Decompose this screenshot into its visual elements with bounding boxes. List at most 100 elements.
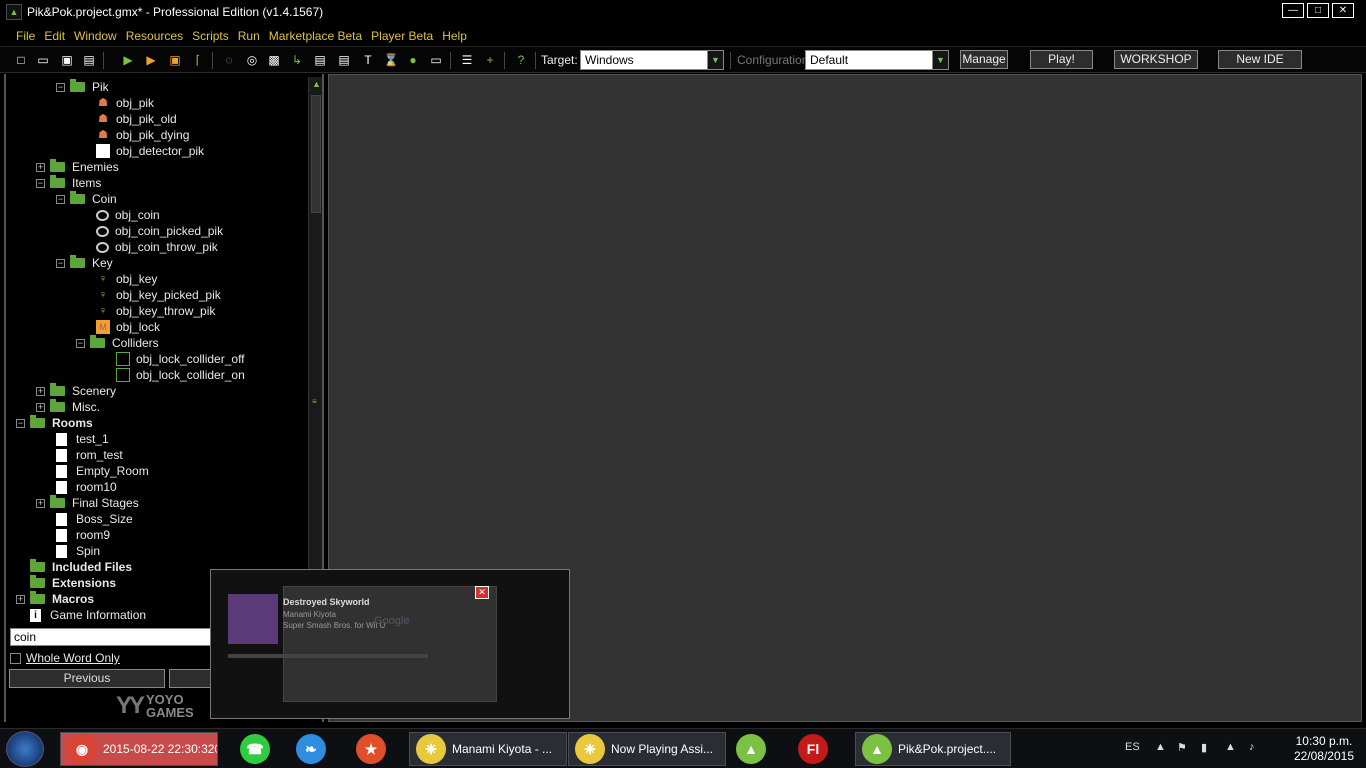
tree-item[interactable]: Boss_Size — [56, 511, 133, 527]
power-icon[interactable]: ▮ — [1201, 741, 1207, 754]
taskbar-item[interactable]: ☎ — [234, 732, 280, 766]
previous-button[interactable]: Previous — [9, 669, 165, 688]
collapse-icon[interactable]: − — [56, 258, 65, 268]
target-select[interactable]: Windows ▼ — [580, 50, 724, 70]
expand-icon[interactable]: + — [36, 386, 45, 396]
close-button[interactable]: ✕ — [1332, 3, 1354, 18]
tree-item[interactable]: room10 — [56, 479, 117, 495]
expand-icon[interactable]: + — [36, 498, 45, 508]
tree-item[interactable]: obj_coin — [96, 207, 160, 223]
save-icon[interactable]: ▣ — [59, 52, 75, 68]
scroll-thumb[interactable] — [311, 95, 321, 213]
tree-item[interactable]: Extensions — [16, 575, 116, 591]
maximize-button[interactable]: □ — [1307, 3, 1329, 18]
compile-icon[interactable]: ▣ — [167, 52, 183, 68]
workshop-button[interactable]: WORKSHOP — [1114, 50, 1198, 69]
background-icon[interactable]: ▩ — [266, 52, 282, 68]
tree-item[interactable]: Included Files — [16, 559, 132, 575]
language-indicator[interactable]: ES — [1125, 741, 1140, 753]
tree-item[interactable]: ☗ obj_pik_dying — [96, 127, 189, 143]
expand-icon[interactable]: + — [36, 402, 45, 412]
new-ide-button[interactable]: New IDE — [1218, 50, 1302, 69]
taskbar-item[interactable]: ▲ Pik&Pok.project.... — [855, 732, 1011, 766]
path-icon[interactable]: ↳ — [289, 52, 305, 68]
menu-run[interactable]: Run — [234, 24, 265, 46]
tree-item[interactable]: − Colliders — [76, 335, 159, 351]
tree-item[interactable]: − Pik — [56, 79, 109, 95]
tree-item[interactable]: − Items — [36, 175, 101, 191]
taskbar-item[interactable]: ❧ — [290, 732, 336, 766]
menu-scripts[interactable]: Scripts — [188, 24, 234, 46]
config-select[interactable]: Default ▼ — [805, 50, 949, 70]
game-settings-icon[interactable]: ☰ — [459, 52, 475, 68]
export-icon[interactable]: ▤ — [81, 52, 97, 68]
menu-resources[interactable]: Resources — [122, 24, 188, 46]
tree-item[interactable]: obj_lock_collider_off — [116, 351, 245, 367]
sound-icon[interactable]: ◎ — [244, 52, 260, 68]
menu-marketplace[interactable]: Marketplace Beta — [265, 24, 367, 46]
network-icon[interactable]: ▲ — [1225, 741, 1236, 753]
taskbar-item[interactable]: ❈ Manami Kiyota - ... — [409, 732, 567, 766]
tree-item[interactable]: + Scenery — [36, 383, 116, 399]
close-icon[interactable]: ✕ — [475, 586, 489, 599]
manage-button[interactable]: Manage — [960, 50, 1008, 69]
tree-item[interactable]: + Enemies — [36, 159, 119, 175]
tree-item[interactable]: ♀ obj_key_throw_pik — [96, 303, 216, 319]
tree-item[interactable]: obj_detector_pik — [96, 143, 204, 159]
clean-icon[interactable]: ⌈ — [190, 52, 206, 68]
shader-icon[interactable]: ▤ — [336, 52, 352, 68]
menu-edit[interactable]: Edit — [40, 24, 70, 46]
minimize-button[interactable]: — — [1282, 3, 1304, 18]
play-button[interactable]: Play! — [1030, 50, 1093, 69]
tree-item[interactable]: + Final Stages — [36, 495, 139, 511]
menu-window[interactable]: Window — [70, 24, 122, 46]
taskbar-item[interactable]: ◉ 2015-08-22 22:30:320.96 - Googl... — [60, 732, 218, 766]
taskbar-item[interactable]: Fl — [792, 732, 838, 766]
whole-word-option[interactable]: Whole Word Only — [10, 651, 120, 665]
sprite-icon[interactable]: ◌ — [221, 52, 237, 68]
new-icon[interactable]: □ — [13, 52, 29, 68]
collapse-icon[interactable]: − — [16, 418, 25, 428]
tree-item[interactable]: Mobj_lock — [96, 319, 160, 335]
resource-tree[interactable]: − Pik ☗ obj_pik ☗ obj_pik_old ☗ obj_pik_dying ob… — [8, 77, 308, 627]
extension-icon[interactable]: + — [482, 52, 498, 68]
tray-overflow-icon[interactable]: ▲ — [1155, 741, 1166, 753]
expand-icon[interactable]: + — [16, 594, 25, 604]
menu-file[interactable]: File — [12, 24, 40, 46]
tree-item[interactable]: room9 — [56, 527, 110, 543]
collapse-icon[interactable]: − — [76, 338, 85, 348]
help-icon[interactable]: ? — [513, 52, 529, 68]
taskbar-item[interactable]: ▲ — [730, 732, 776, 766]
collapse-icon[interactable]: − — [36, 178, 45, 188]
run-icon[interactable]: ▶ — [120, 52, 136, 68]
tree-scrollbar[interactable]: ▲ ≡ — [308, 77, 322, 625]
tree-item[interactable]: obj_coin_picked_pik — [96, 223, 223, 239]
volume-icon[interactable]: ♪ — [1249, 741, 1255, 753]
search-input[interactable]: coin — [10, 628, 220, 646]
collapse-icon[interactable]: − — [56, 82, 65, 92]
collapse-icon[interactable]: − — [56, 194, 65, 204]
tree-item[interactable]: rom_test — [56, 447, 123, 463]
taskbar-item[interactable]: ❈ Now Playing Assi... — [568, 732, 726, 766]
tree-item[interactable]: obj_lock_collider_on — [116, 367, 245, 383]
tree-item[interactable]: + Macros — [16, 591, 94, 607]
timeline-icon[interactable]: ⌛ — [383, 52, 399, 68]
scroll-up-icon[interactable]: ▲ — [312, 79, 321, 89]
tree-item[interactable]: Spin — [56, 543, 100, 559]
tree-item[interactable]: − Rooms — [16, 415, 93, 431]
object-icon[interactable]: ● — [405, 52, 421, 68]
expand-icon[interactable]: + — [36, 162, 45, 172]
tree-item[interactable]: ☗ obj_pik — [96, 95, 154, 111]
tree-item[interactable]: ☗ obj_pik_old — [96, 111, 177, 127]
tree-item[interactable]: − Key — [56, 255, 113, 271]
action-center-icon[interactable]: ⚑ — [1177, 741, 1187, 754]
script-icon[interactable]: ▤ — [312, 52, 328, 68]
font-icon[interactable]: T — [360, 52, 376, 68]
room-icon[interactable]: ▭ — [428, 52, 444, 68]
tree-item[interactable]: obj_coin_throw_pik — [96, 239, 218, 255]
tree-item[interactable]: i Game Information — [16, 607, 146, 623]
tree-item[interactable]: − Coin — [56, 191, 117, 207]
debug-icon[interactable]: ▶ — [143, 52, 159, 68]
tree-item[interactable]: ♀ obj_key_picked_pik — [96, 287, 221, 303]
start-button[interactable] — [6, 731, 44, 767]
